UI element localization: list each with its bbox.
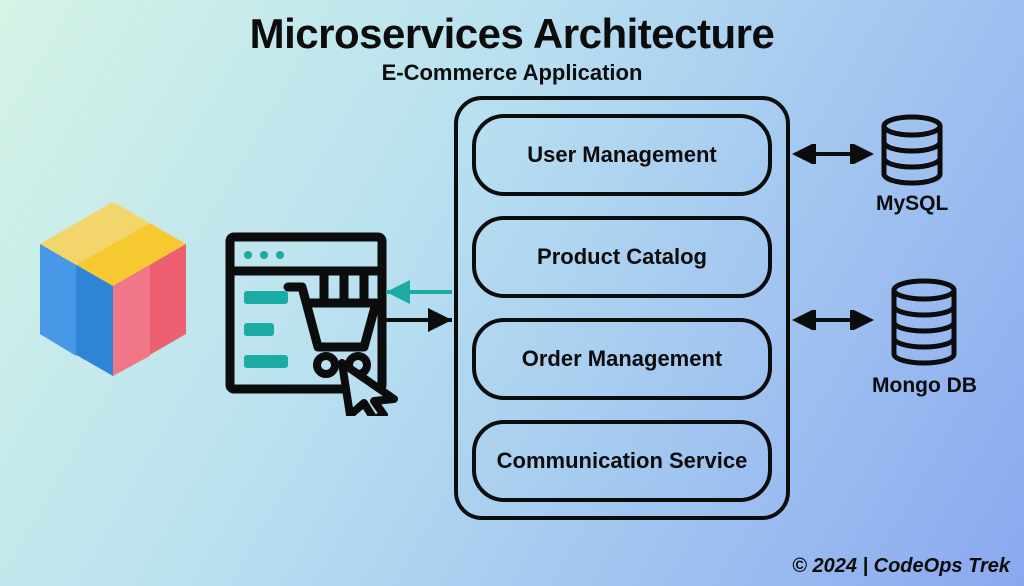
diagram-canvas: User Management Product Catalog Order Ma…: [0, 86, 1024, 566]
cube-icon: [28, 196, 198, 391]
arrow-services-to-mongo: [788, 310, 878, 330]
database-mysql-label: MySQL: [876, 192, 948, 216]
arrow-webshop-to-services: [380, 276, 460, 346]
database-stack-icon: [877, 114, 947, 188]
diagram-title: Microservices Architecture: [0, 10, 1024, 58]
arrow-services-to-mysql: [788, 144, 878, 164]
database-mysql: MySQL: [876, 114, 948, 216]
database-mongo: Mongo DB: [872, 278, 977, 398]
service-order-management: Order Management: [472, 318, 772, 400]
service-product-catalog: Product Catalog: [472, 216, 772, 298]
service-communication: Communication Service: [472, 420, 772, 502]
service-user-management: User Management: [472, 114, 772, 196]
services-container: User Management Product Catalog Order Ma…: [454, 96, 790, 520]
database-mongo-label: Mongo DB: [872, 374, 977, 398]
footer-credit: © 2024 | CodeOps Trek: [792, 555, 1010, 578]
shopping-cart-browser-icon: [224, 231, 404, 421]
diagram-subtitle: E-Commerce Application: [0, 60, 1024, 86]
database-stack-icon: [886, 278, 962, 370]
